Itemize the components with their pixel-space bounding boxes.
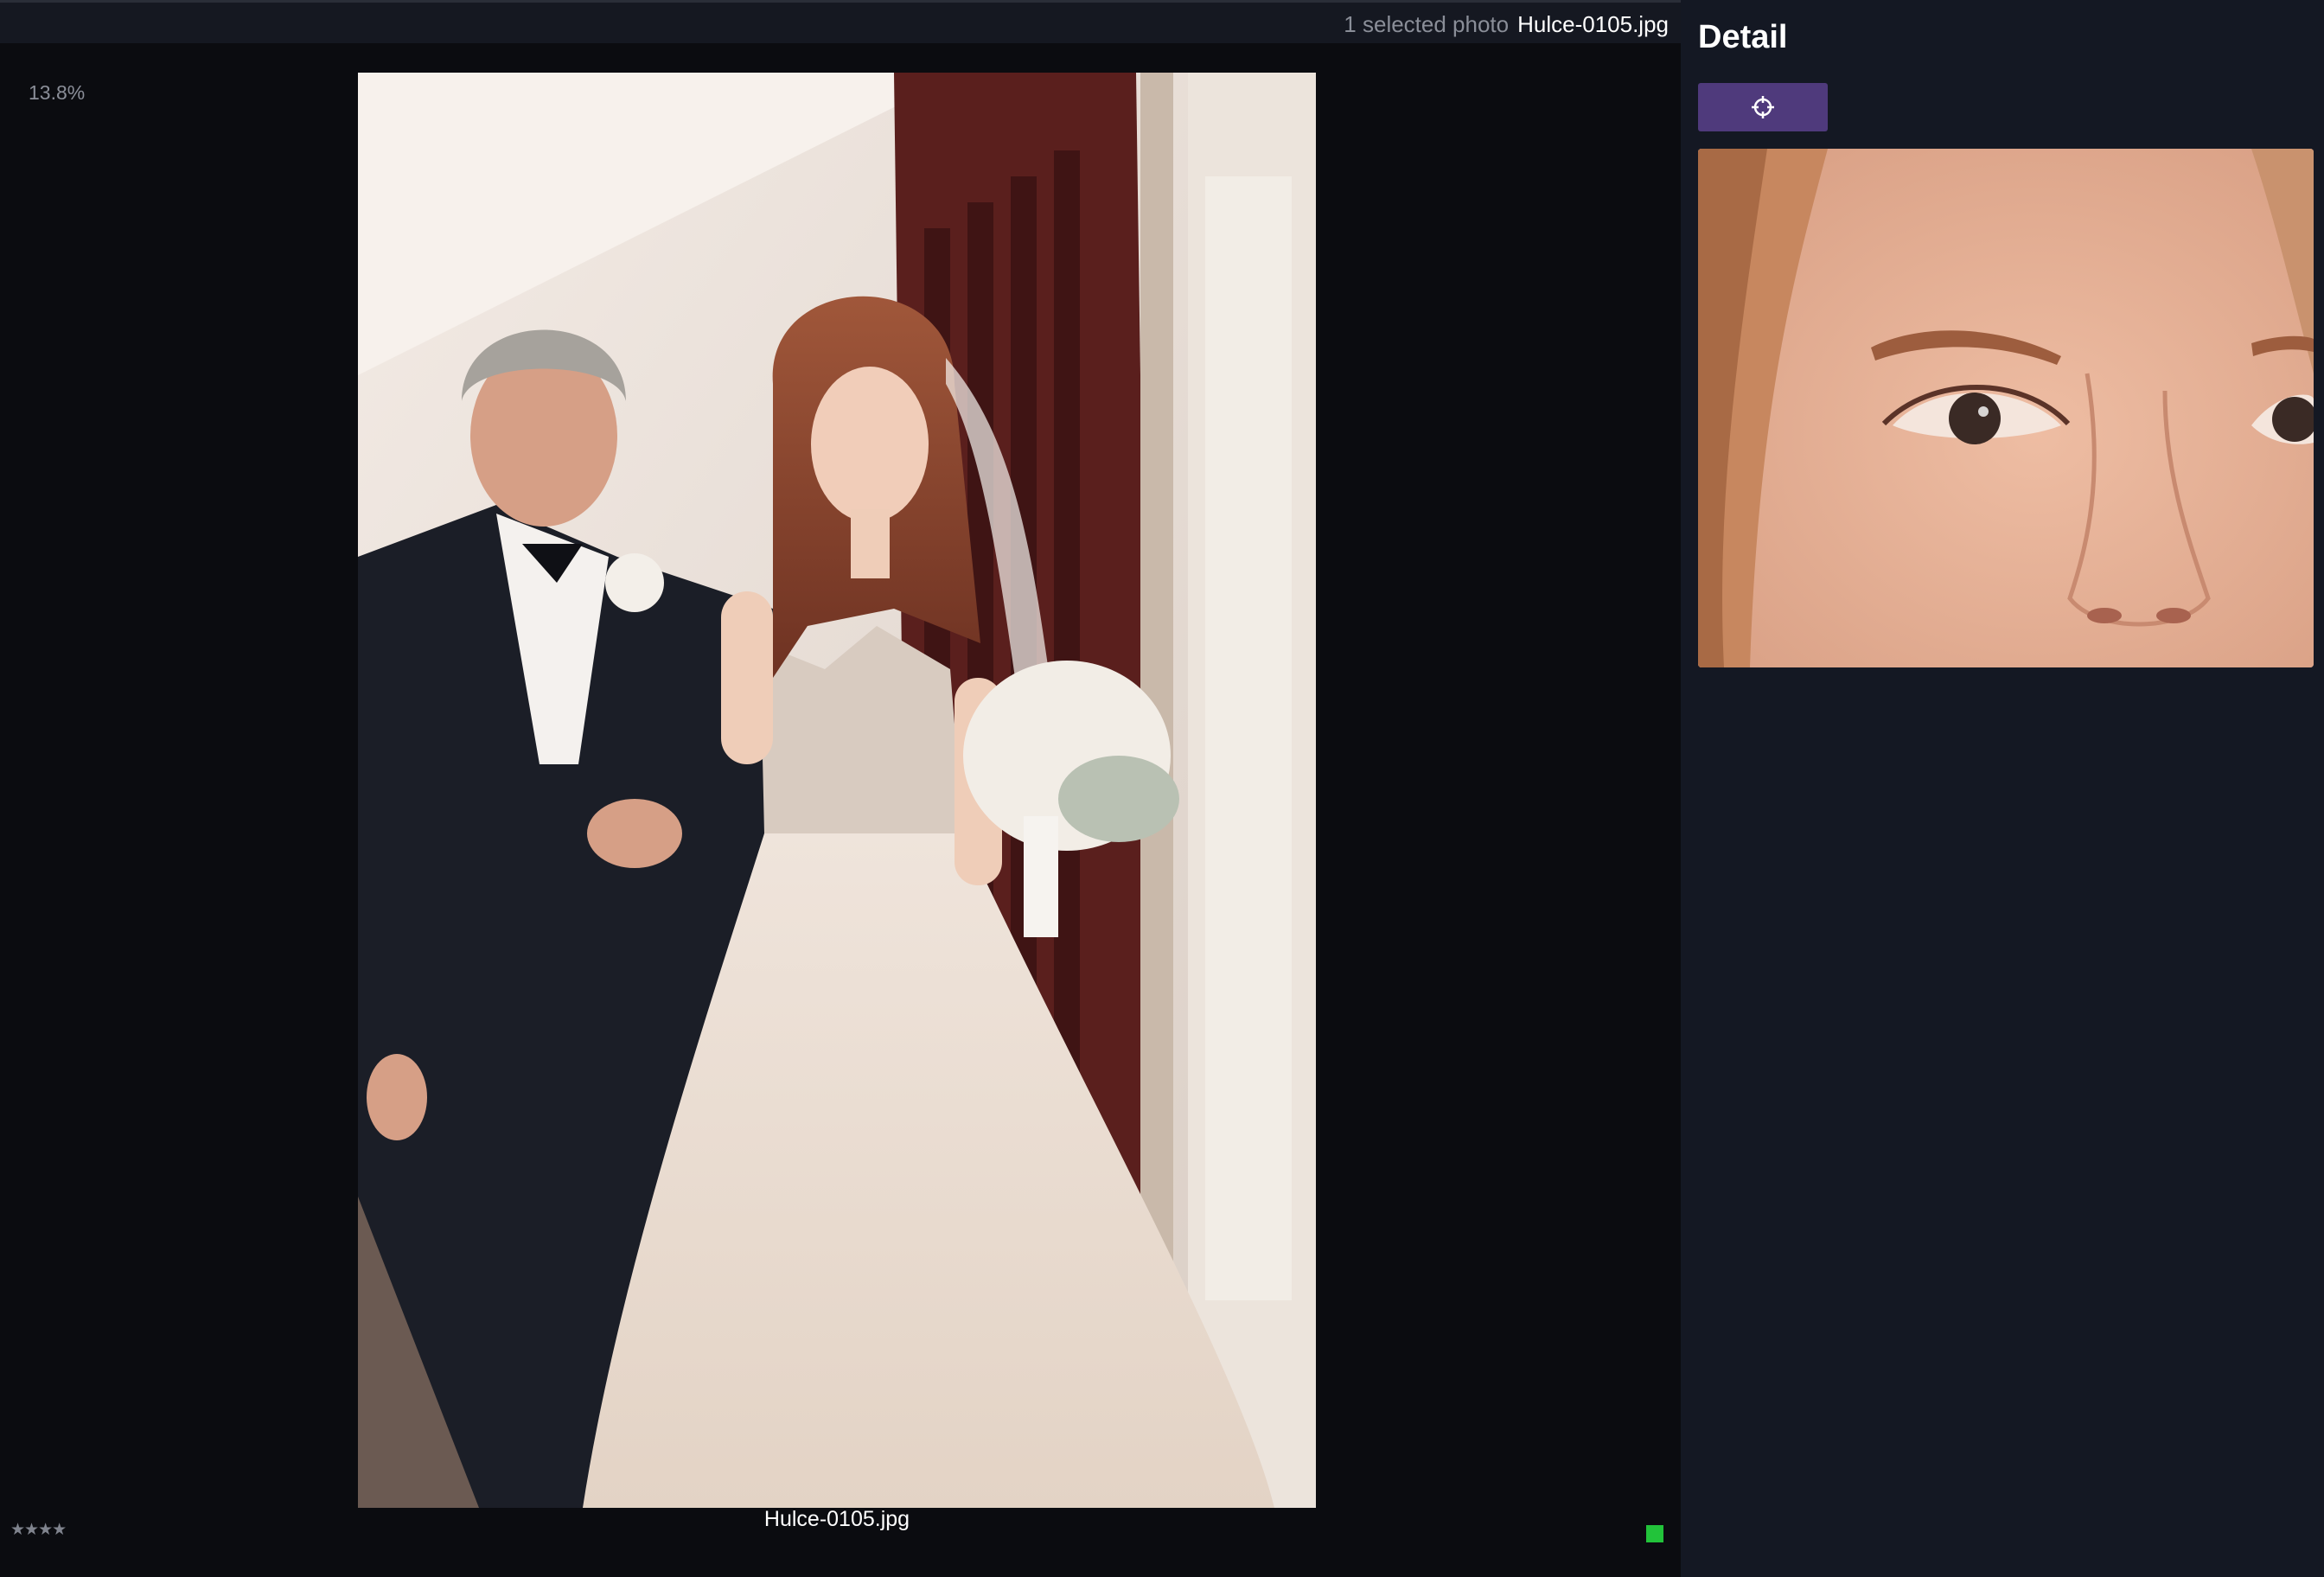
app-window: 1 selected photo Hulce-0105.jpg 13.8% Hu…	[0, 0, 2324, 1577]
detail-panel: Detail	[1681, 0, 2324, 1577]
selection-info: 1 selected photo Hulce-0105.jpg	[1344, 11, 1669, 37]
zoom-level[interactable]: 13.8%	[29, 81, 85, 105]
photo-viewer: 1 selected photo Hulce-0105.jpg 13.8% Hu…	[0, 0, 1681, 1577]
selection-count: 1 selected photo	[1344, 11, 1510, 37]
photo-caption: Hulce-0105.jpg	[763, 1507, 910, 1531]
viewer-header: 1 selected photo Hulce-0105.jpg	[0, 0, 1681, 43]
selected-filename: Hulce-0105.jpg	[1517, 11, 1669, 37]
wedding-photo-image	[358, 73, 1316, 1508]
panel-title: Detail	[1698, 19, 1788, 55]
crosshair-icon	[1752, 96, 1774, 118]
main-photo[interactable]	[358, 73, 1316, 1508]
rating-stars[interactable]: ★★★★	[10, 1520, 67, 1540]
detail-zoom-image[interactable]	[1698, 149, 2314, 667]
color-label-indicator[interactable]	[1646, 1525, 1663, 1542]
focus-point-button[interactable]	[1698, 83, 1828, 131]
face-closeup-image	[1698, 149, 2314, 667]
